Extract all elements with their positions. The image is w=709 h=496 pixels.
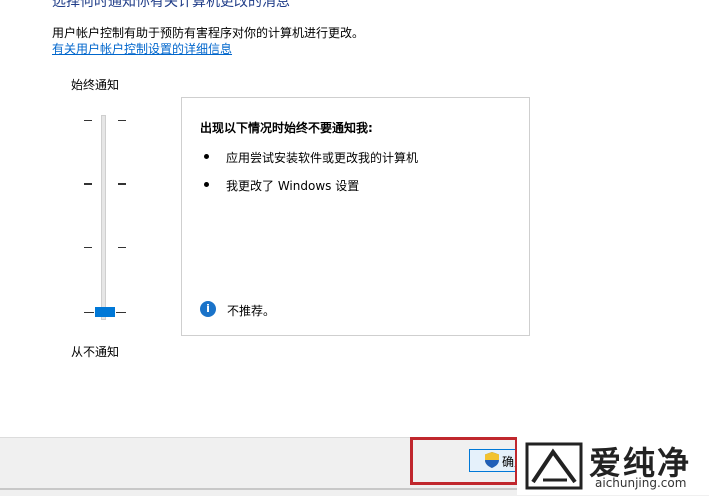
slider-tick <box>118 120 126 121</box>
panel-info-text: 不推荐。 <box>227 304 276 318</box>
slider-tick <box>84 183 92 185</box>
panel-item: 应用尝试安装软件或更改我的计算机 <box>226 151 419 165</box>
slider-bottom-label: 从不通知 <box>71 345 120 359</box>
setting-description-panel: 出现以下情况时始终不要通知我: 应用尝试安装软件或更改我的计算机 我更改了 Wi… <box>181 97 530 336</box>
highlight-box <box>410 437 518 485</box>
slider-tick <box>84 312 94 313</box>
watermark: 爱纯净 aichunjing.com <box>517 436 709 495</box>
slider-tick <box>84 120 92 121</box>
slider-thumb[interactable] <box>95 307 115 317</box>
panel-item: 我更改了 Windows 设置 <box>226 179 360 193</box>
bullet-icon <box>204 182 209 187</box>
uac-details-link[interactable]: 有关用户帐户控制设置的详细信息 <box>52 40 232 57</box>
bullet-icon <box>204 154 209 159</box>
slider-tick <box>118 183 126 185</box>
watermark-logo-icon <box>523 440 585 496</box>
slider-tick <box>116 312 126 313</box>
panel-title: 出现以下情况时始终不要通知我: <box>200 121 373 135</box>
dialog-heading: 选择何时通知你有关计算机更改的消息 <box>52 0 290 10</box>
uac-description: 用户帐户控制有助于预防有害程序对你的计算机进行更改。 <box>52 26 365 40</box>
slider-top-label: 始终通知 <box>71 78 120 92</box>
slider-track[interactable] <box>101 115 106 320</box>
slider-tick <box>118 247 126 248</box>
info-icon: i <box>200 301 216 317</box>
slider-tick <box>84 247 92 248</box>
watermark-url: aichunjing.com <box>595 476 687 490</box>
